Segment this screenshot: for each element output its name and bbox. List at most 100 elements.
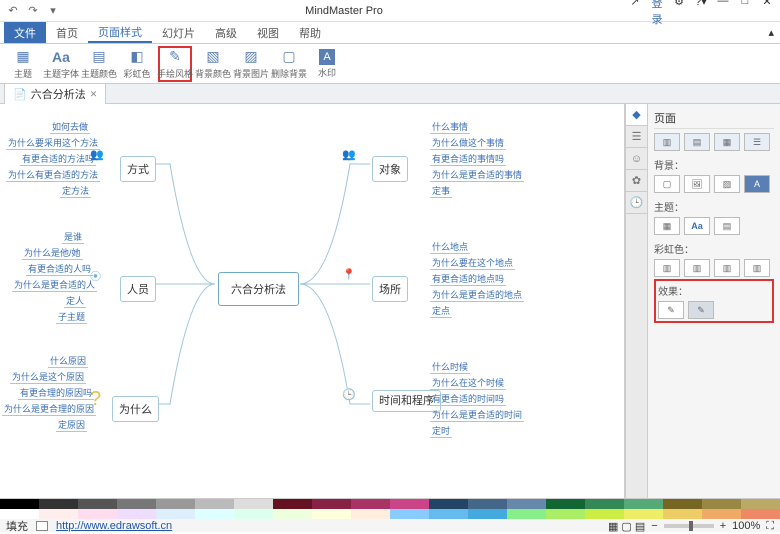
leaf[interactable]: 为什么是这个原因 <box>10 370 86 384</box>
ribbon-bgcolor[interactable]: ▧背景颜色 <box>196 46 230 82</box>
menu-file[interactable]: 文件 <box>4 22 46 43</box>
ribbon-removebg[interactable]: ▢删除背景 <box>272 46 306 82</box>
leaf[interactable]: 定时 <box>430 424 452 438</box>
login-link[interactable]: 登录 <box>650 0 664 27</box>
ribbon-themefont[interactable]: Aa主题字体 <box>44 46 78 82</box>
leaf[interactable]: 定事 <box>430 184 452 198</box>
leaf[interactable]: 为什么有更合适的方法 <box>6 168 100 182</box>
zoom-out-icon[interactable]: − <box>651 520 657 532</box>
leaf[interactable]: 有更合适的人吗 <box>26 262 93 276</box>
bgimage-icon: ▨ <box>241 48 261 66</box>
ribbon-collapse-icon[interactable]: ▴ <box>768 26 774 39</box>
doc-tab[interactable]: 📄 六合分析法 ✕ <box>4 83 106 104</box>
ribbon-themecolor[interactable]: ▤主题颜色 <box>82 46 116 82</box>
bg-thumb[interactable]: 🖼 <box>684 175 710 193</box>
leaf[interactable]: 定点 <box>430 304 452 318</box>
layout-thumb[interactable]: ☰ <box>744 133 770 151</box>
rainbow-thumb[interactable]: ▥ <box>744 259 770 277</box>
ribbon-handdrawn[interactable]: ✎手绘风格 <box>158 46 192 82</box>
doc-tab-label: 六合分析法 <box>31 86 86 102</box>
leaf[interactable]: 是谁 <box>62 230 84 244</box>
leaf[interactable]: 为什么做这个事情 <box>430 136 506 150</box>
menu-advanced[interactable]: 高级 <box>205 22 247 43</box>
node-center[interactable]: 六合分析法 <box>218 272 299 306</box>
leaf[interactable]: 有更合适的事情吗 <box>430 152 506 166</box>
leaf[interactable]: 为什么是更合适的时间 <box>430 408 524 422</box>
leaf[interactable]: 什么时候 <box>430 360 470 374</box>
leaf[interactable]: 为什么要采用这个方法 <box>6 136 100 150</box>
leaf[interactable]: 为什么是更合适的人 <box>12 278 97 292</box>
help-dropdown-icon[interactable]: ?▾ <box>694 0 708 27</box>
rainbow-thumb[interactable]: ▥ <box>654 259 680 277</box>
node-main-changsuo[interactable]: 场所 <box>372 276 408 302</box>
layout-thumb[interactable]: ▥ <box>654 133 680 151</box>
ribbon-rainbow[interactable]: ◧彩虹色 <box>120 46 154 82</box>
effect-normal[interactable]: ✎ <box>658 301 684 319</box>
leaf[interactable]: 有更合适的时间吗 <box>430 392 506 406</box>
menu-pagestyle[interactable]: 页面样式 <box>88 22 152 43</box>
qat-dropdown-icon[interactable]: ▾ <box>46 4 60 18</box>
theme-thumb[interactable]: ▤ <box>714 217 740 235</box>
bg-thumb[interactable]: A <box>744 175 770 193</box>
leaf[interactable]: 为什么是他/她 <box>22 246 83 260</box>
theme-thumb[interactable]: ▦ <box>654 217 680 235</box>
sidetab-clipart[interactable]: ✿ <box>626 170 647 192</box>
leaf[interactable]: 有更合适的地点吗 <box>430 272 506 286</box>
canvas[interactable]: 六合分析法 方式 人员 为什么 对象 场所 时间和程序 👥 ⦿ ? 👥 📍 🕒 … <box>0 104 625 512</box>
view-icons[interactable]: ▦ ▢ ▤ <box>608 520 645 533</box>
ribbon-watermark[interactable]: A水印 <box>310 46 344 82</box>
node-main-fangshi[interactable]: 方式 <box>120 156 156 182</box>
leaf[interactable]: 为什么在这个时候 <box>430 376 506 390</box>
menu-slideshow[interactable]: 幻灯片 <box>152 22 205 43</box>
layout-thumb[interactable]: ▤ <box>684 133 710 151</box>
menu-view[interactable]: 视图 <box>247 22 289 43</box>
effect-handdrawn[interactable]: ✎ <box>688 301 714 319</box>
leaf[interactable]: 定方法 <box>60 184 91 198</box>
sidetab-style[interactable]: ◆ <box>626 104 647 126</box>
zoom-slider[interactable] <box>664 524 714 528</box>
leaf[interactable]: 为什么是更合适的事情 <box>430 168 524 182</box>
rainbow-thumb[interactable]: ▥ <box>714 259 740 277</box>
color-palette-dark[interactable] <box>0 499 780 509</box>
leaf[interactable]: 为什么是更合适的地点 <box>430 288 524 302</box>
zoom-in-icon[interactable]: + <box>720 520 726 532</box>
sidetab-history[interactable]: 🕒 <box>626 192 647 214</box>
layout-thumb[interactable]: ▦ <box>714 133 740 151</box>
settings-icon[interactable]: ⚙ <box>672 0 686 27</box>
node-main-duixiang[interactable]: 对象 <box>372 156 408 182</box>
undo-icon[interactable]: ↶ <box>6 4 20 18</box>
doc-tab-close-icon[interactable]: ✕ <box>90 89 98 100</box>
fill-swatch[interactable] <box>36 521 48 531</box>
bg-thumb[interactable]: ▨ <box>714 175 740 193</box>
menu-help[interactable]: 帮助 <box>289 22 331 43</box>
menu-home[interactable]: 首页 <box>46 22 88 43</box>
leaf[interactable]: 子主题 <box>56 310 87 324</box>
sidetab-icons[interactable]: ☺ <box>626 148 647 170</box>
leaf[interactable]: 有更合适的方法吗 <box>20 152 96 166</box>
node-main-renyuan[interactable]: 人员 <box>120 276 156 302</box>
leaf[interactable]: 为什么是更合理的原因 <box>2 402 96 416</box>
side-panel: ◆ ☰ ☺ ✿ 🕒 页面 ▥ ▤ ▦ ☰ 背景： ▢ 🖼 ▨ A 主题： ▦ <box>625 104 780 512</box>
maximize-icon[interactable]: □ <box>738 0 752 27</box>
leaf[interactable]: 什么地点 <box>430 240 470 254</box>
share-icon[interactable]: ↗ <box>628 0 642 27</box>
ribbon-bgimage[interactable]: ▨背景图片 <box>234 46 268 82</box>
color-palette-light[interactable] <box>0 509 780 519</box>
leaf[interactable]: 定原因 <box>56 418 87 432</box>
leaf[interactable]: 有更合理的原因吗 <box>18 386 94 400</box>
sidetab-outline[interactable]: ☰ <box>626 126 647 148</box>
leaf[interactable]: 为什么要在这个地点 <box>430 256 515 270</box>
leaf[interactable]: 什么事情 <box>430 120 470 134</box>
leaf[interactable]: 如何去做 <box>50 120 90 134</box>
bg-thumb[interactable]: ▢ <box>654 175 680 193</box>
node-main-weishenme[interactable]: 为什么 <box>112 396 159 422</box>
leaf[interactable]: 什么原因 <box>48 354 88 368</box>
rainbow-thumb[interactable]: ▥ <box>684 259 710 277</box>
leaf[interactable]: 定人 <box>64 294 86 308</box>
redo-icon[interactable]: ↷ <box>26 4 40 18</box>
fullscreen-icon[interactable]: ⛶ <box>766 520 774 533</box>
status-url[interactable]: http://www.edrawsoft.cn <box>56 520 172 532</box>
ribbon-theme[interactable]: ▦主题 <box>6 46 40 82</box>
minimize-icon[interactable]: — <box>716 0 730 27</box>
theme-thumb[interactable]: Aa <box>684 217 710 235</box>
